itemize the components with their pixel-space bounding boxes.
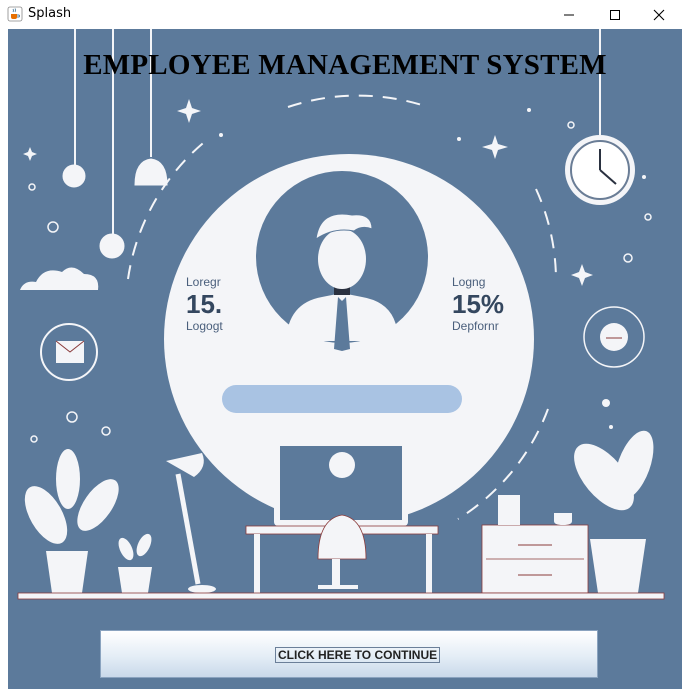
- splash-canvas: EMPLOYEE MANAGEMENT SYSTEM Loregr 15. Lo…: [8, 29, 682, 689]
- splash-illustration: [17, 29, 665, 600]
- stat-left-bottom-label: Logogt: [186, 319, 223, 333]
- stat-left-top-label: Loregr: [186, 275, 221, 289]
- mail-shape: [40, 323, 98, 381]
- continue-button-label[interactable]: CLICK HERE TO CONTINUE: [275, 647, 441, 663]
- close-icon: [653, 9, 665, 20]
- loading-progress-track: [222, 385, 462, 413]
- maximize-icon: [610, 9, 620, 20]
- close-button[interactable]: [636, 0, 682, 29]
- minimize-icon: [564, 14, 574, 15]
- stat-right: Logng 15% Depfornr: [452, 275, 504, 333]
- desk-lamp: [166, 453, 216, 593]
- app-title: EMPLOYEE MANAGEMENT SYSTEM: [83, 49, 607, 81]
- java-cup-icon: [7, 6, 23, 22]
- window-title-bar: Splash: [0, 0, 682, 29]
- stat-left-value: 15.: [186, 289, 223, 319]
- stat-right-value: 15%: [452, 289, 505, 319]
- floor-line: [17, 592, 665, 600]
- window-title: Splash: [28, 6, 72, 21]
- drawer-cabinet: [481, 495, 589, 594]
- stat-left: Loregr 15. Logogt: [186, 275, 223, 333]
- target-shape: [583, 306, 645, 368]
- maximize-button[interactable]: [592, 0, 638, 29]
- continue-button[interactable]: CLICK HERE TO CONTINUE: [100, 630, 598, 678]
- cloud-shape: [20, 267, 99, 290]
- minimize-button[interactable]: [546, 0, 592, 29]
- stat-right-bottom-label: Depfornr: [452, 319, 499, 333]
- stat-right-top-label: Logng: [452, 275, 486, 289]
